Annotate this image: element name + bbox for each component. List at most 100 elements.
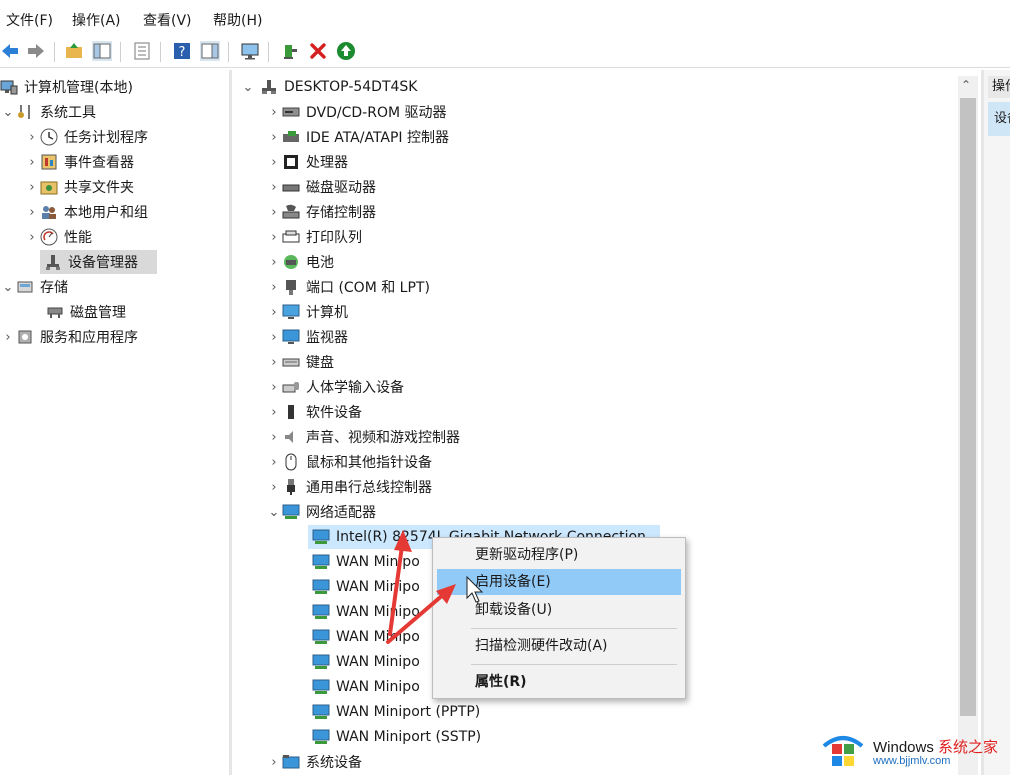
adapter-wan[interactable]: WAN Minipo: [312, 600, 420, 624]
pane-splitter[interactable]: [229, 70, 232, 775]
tree-label: 打印队列: [306, 230, 362, 246]
chevron-right-icon[interactable]: ›: [266, 455, 282, 470]
scroll-up-icon[interactable]: ⌃: [961, 78, 971, 92]
watermark-logo: Windows 系统之家 www.bjjmlv.com: [820, 724, 1010, 772]
category-storage-controllers[interactable]: › 存储控制器: [266, 200, 376, 224]
chevron-right-icon[interactable]: ›: [24, 155, 40, 170]
category-batteries[interactable]: › 电池: [266, 250, 334, 274]
chevron-right-icon[interactable]: ›: [266, 230, 282, 245]
menu-help[interactable]: 帮助(H): [213, 10, 262, 30]
menu-file[interactable]: 文件(F): [6, 10, 53, 30]
chevron-down-icon[interactable]: ⌄: [0, 280, 16, 295]
tree-label: 网络适配器: [306, 505, 376, 521]
scrollbar-thumb[interactable]: [960, 98, 976, 716]
adapter-wan[interactable]: WAN Minipo: [312, 625, 420, 649]
category-processor[interactable]: › 处理器: [266, 150, 348, 174]
up-folder-icon[interactable]: [64, 41, 84, 61]
tree-label: 系统工具: [40, 105, 96, 121]
chevron-right-icon[interactable]: ›: [266, 155, 282, 170]
menu-properties[interactable]: 属性(R): [437, 669, 681, 695]
category-dvd[interactable]: › DVD/CD-ROM 驱动器: [266, 100, 446, 124]
help-icon[interactable]: ?: [172, 41, 192, 61]
adapter-wan[interactable]: WAN Minipo: [312, 575, 420, 599]
chevron-down-icon[interactable]: ⌄: [240, 80, 256, 95]
chevron-right-icon[interactable]: ›: [266, 430, 282, 445]
menu-uninstall-device[interactable]: 卸载设备(U): [437, 597, 681, 623]
chevron-right-icon[interactable]: ›: [266, 405, 282, 420]
menu-scan-hardware[interactable]: 扫描检测硬件改动(A): [437, 633, 681, 659]
chevron-right-icon[interactable]: ›: [266, 280, 282, 295]
watermark-title: Windows 系统之家: [873, 736, 998, 757]
category-print-queues[interactable]: › 打印队列: [266, 225, 362, 249]
chevron-right-icon[interactable]: ›: [0, 330, 16, 345]
tree-event-viewer[interactable]: › 事件查看器: [24, 150, 134, 174]
actions-item-device-manager[interactable]: 设备管理器: [988, 102, 1010, 136]
tree-local-users[interactable]: › 本地用户和组: [24, 200, 148, 224]
tree-storage[interactable]: ⌄ 存储: [0, 275, 68, 299]
tree-disk-management[interactable]: 磁盘管理: [46, 300, 126, 324]
device-tree-root[interactable]: ⌄ DESKTOP-54DT4SK: [240, 75, 418, 99]
category-network-adapters[interactable]: ⌄ 网络适配器: [266, 500, 376, 524]
chevron-right-icon[interactable]: ›: [266, 180, 282, 195]
show-action-pane-icon[interactable]: [200, 41, 220, 61]
chevron-right-icon[interactable]: ›: [266, 305, 282, 320]
tree-task-scheduler[interactable]: › 任务计划程序: [24, 125, 148, 149]
category-keyboards[interactable]: › 键盘: [266, 350, 334, 374]
category-monitors[interactable]: › 监视器: [266, 325, 348, 349]
tree-device-manager[interactable]: 设备管理器: [40, 250, 157, 274]
category-mice[interactable]: › 鼠标和其他指针设备: [266, 450, 432, 474]
chevron-right-icon[interactable]: ›: [266, 330, 282, 345]
adapter-wan-pptp[interactable]: WAN Miniport (PPTP): [312, 700, 480, 724]
chevron-right-icon[interactable]: ›: [266, 130, 282, 145]
chevron-right-icon[interactable]: ›: [24, 130, 40, 145]
update-driver-icon[interactable]: [280, 41, 300, 61]
tree-shared-folders[interactable]: › 共享文件夹: [24, 175, 134, 199]
category-sound[interactable]: › 声音、视频和游戏控制器: [266, 425, 460, 449]
users-icon: [40, 203, 58, 221]
chevron-right-icon[interactable]: ›: [266, 205, 282, 220]
chevron-right-icon[interactable]: ›: [24, 205, 40, 220]
show-hide-tree-icon[interactable]: [92, 41, 112, 61]
tree-system-tools[interactable]: ⌄ 系统工具: [0, 100, 96, 124]
category-system-devices[interactable]: › 系统设备: [266, 750, 362, 774]
chevron-right-icon[interactable]: ›: [24, 180, 40, 195]
chevron-right-icon[interactable]: ›: [266, 355, 282, 370]
tree-services-apps[interactable]: › 服务和应用程序: [0, 325, 138, 349]
properties-icon[interactable]: [132, 41, 152, 61]
menu-update-driver[interactable]: 更新驱动程序(P): [437, 542, 681, 568]
tree-performance[interactable]: › 性能: [24, 225, 92, 249]
chevron-right-icon[interactable]: ›: [24, 230, 40, 245]
tree-label: 服务和应用程序: [40, 330, 138, 346]
category-ports[interactable]: › 端口 (COM 和 LPT): [266, 275, 430, 299]
device-tree-scrollbar[interactable]: ⌃: [958, 76, 978, 775]
chevron-down-icon[interactable]: ⌄: [0, 105, 16, 120]
actions-pane: 操作 设备管理器: [984, 70, 1010, 775]
chevron-right-icon[interactable]: ›: [266, 480, 282, 495]
menu-action[interactable]: 操作(A): [72, 10, 121, 30]
tree-root[interactable]: 计算机管理(本地): [0, 75, 133, 99]
forward-icon[interactable]: [26, 41, 46, 61]
category-usb[interactable]: › 通用串行总线控制器: [266, 475, 432, 499]
category-hid[interactable]: › 人体学输入设备: [266, 375, 404, 399]
adapter-wan[interactable]: WAN Minipo: [312, 650, 420, 674]
chevron-right-icon[interactable]: ›: [266, 755, 282, 770]
adapter-wan[interactable]: WAN Minipo: [312, 675, 420, 699]
chevron-right-icon[interactable]: ›: [266, 255, 282, 270]
uninstall-icon[interactable]: [308, 41, 328, 61]
adapter-wan-sstp[interactable]: WAN Miniport (SSTP): [312, 725, 481, 749]
category-computer[interactable]: › 计算机: [266, 300, 348, 324]
category-ide[interactable]: › IDE ATA/ATAPI 控制器: [266, 125, 449, 149]
back-icon[interactable]: [0, 41, 20, 61]
usb-icon: [282, 478, 300, 496]
menu-enable-device[interactable]: 启用设备(E): [437, 569, 681, 595]
tree-label: 本地用户和组: [64, 205, 148, 221]
scan-hardware-icon[interactable]: [240, 41, 260, 61]
chevron-right-icon[interactable]: ›: [266, 380, 282, 395]
category-software-devices[interactable]: › 软件设备: [266, 400, 362, 424]
adapter-wan[interactable]: WAN Minipo: [312, 550, 420, 574]
category-disk-drives[interactable]: › 磁盘驱动器: [266, 175, 376, 199]
chevron-down-icon[interactable]: ⌄: [266, 505, 282, 520]
enable-device-icon[interactable]: [336, 41, 356, 61]
chevron-right-icon[interactable]: ›: [266, 105, 282, 120]
menu-view[interactable]: 查看(V): [143, 10, 192, 30]
